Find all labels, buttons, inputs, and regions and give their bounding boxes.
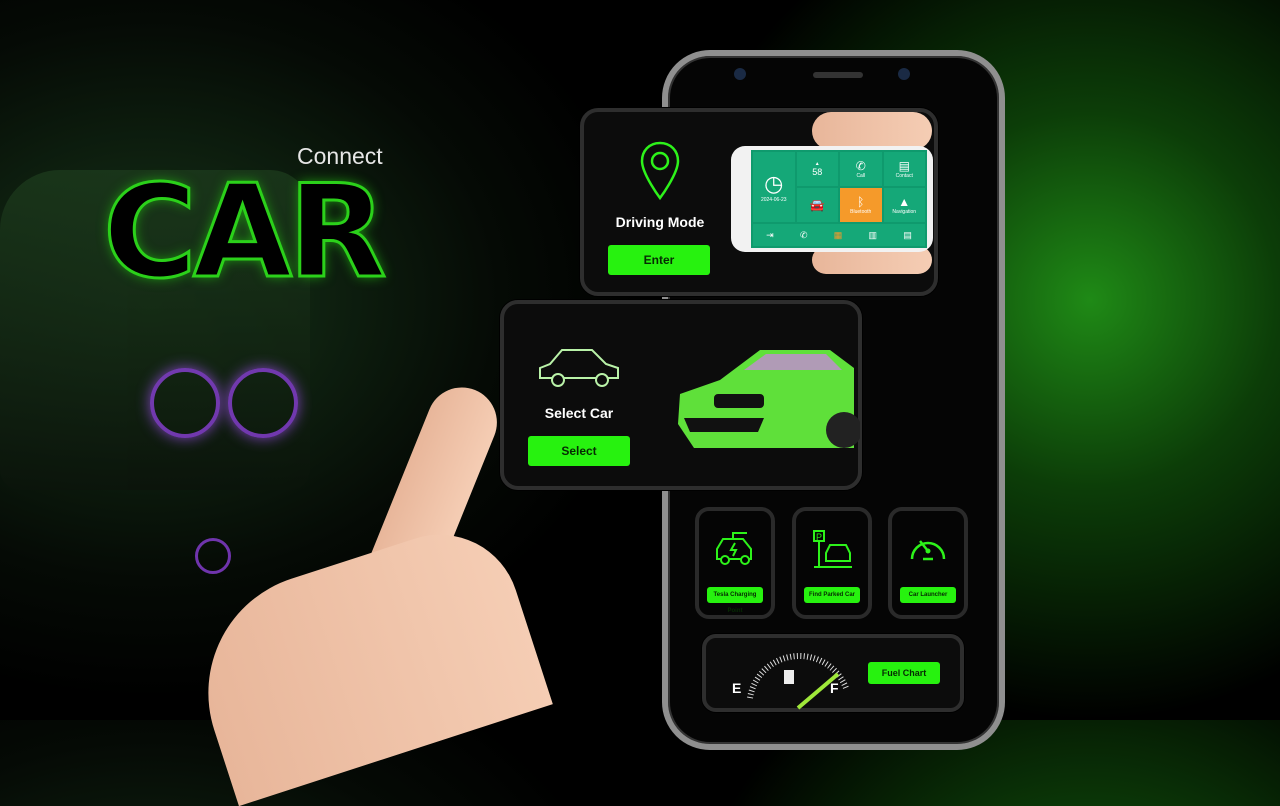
full-label: F <box>830 680 839 696</box>
pointing-hand <box>177 513 553 806</box>
dock: ⇥ ✆ ▦ ▥ ▤ <box>753 224 925 246</box>
speed-tile: ▲ 58 <box>796 152 838 186</box>
enter-button[interactable]: Enter <box>608 245 710 275</box>
camera <box>898 68 910 80</box>
hand <box>812 112 932 150</box>
select-car-card[interactable]: Select Car Select <box>500 300 862 490</box>
speaker <box>813 72 863 78</box>
car-icon <box>539 349 619 387</box>
fuel-card[interactable]: E F Fuel Chart <box>702 634 964 712</box>
fuel-gauge <box>747 653 849 710</box>
find-parked-car-tile[interactable]: P Find Parked Car <box>792 507 872 619</box>
svg-text:P: P <box>816 532 822 542</box>
location-pin-icon <box>640 141 680 201</box>
mini-phone: ◷ 2024-06-23 ▲ 58 ✆ Call ▤ Contact 🚘 ᛒ Blueto… <box>731 146 933 252</box>
speedometer-icon <box>910 540 946 561</box>
driving-mode-label: Driving Mode <box>615 214 705 230</box>
find-parked-car-button[interactable]: Find Parked Car <box>804 587 860 603</box>
fog-light <box>195 538 231 574</box>
contact-tile[interactable]: ▤ Contact <box>883 152 925 186</box>
empty-label: E <box>732 680 742 696</box>
ev-charging-icon <box>716 532 752 565</box>
camera <box>734 68 746 80</box>
select-car-label: Select Car <box>544 405 614 421</box>
fuel-pump-icon <box>784 670 794 684</box>
car-launcher-screen: ◷ 2024-06-23 ▲ 58 ✆ Call ▤ Contact 🚘 ᛒ Blueto… <box>751 150 927 248</box>
call-tile[interactable]: ✆ Call <box>840 152 882 186</box>
fuel-chart-button[interactable]: Fuel Chart <box>868 662 940 684</box>
green-car-image <box>678 350 860 448</box>
tesla-charging-tile[interactable]: Tesla Charging Point <box>695 507 775 619</box>
headlight <box>150 368 220 438</box>
car-launcher-button[interactable]: Car Launcher <box>900 587 956 603</box>
headlight <box>228 368 298 438</box>
car-launcher-tile[interactable]: Car Launcher <box>888 507 968 619</box>
tesla-charging-button[interactable]: Tesla Charging Point <box>707 587 763 614</box>
clock-tile: ◷ 2024-06-23 <box>753 152 795 222</box>
road-tile: 🚘 <box>796 188 838 222</box>
parking-icon: P <box>813 530 852 568</box>
navigation-tile[interactable]: ▲ Navigation <box>883 188 925 222</box>
car-title: CAR <box>102 157 389 309</box>
bluetooth-tile[interactable]: ᛒ Bluetooth <box>840 188 882 222</box>
select-button[interactable]: Select <box>528 436 630 466</box>
